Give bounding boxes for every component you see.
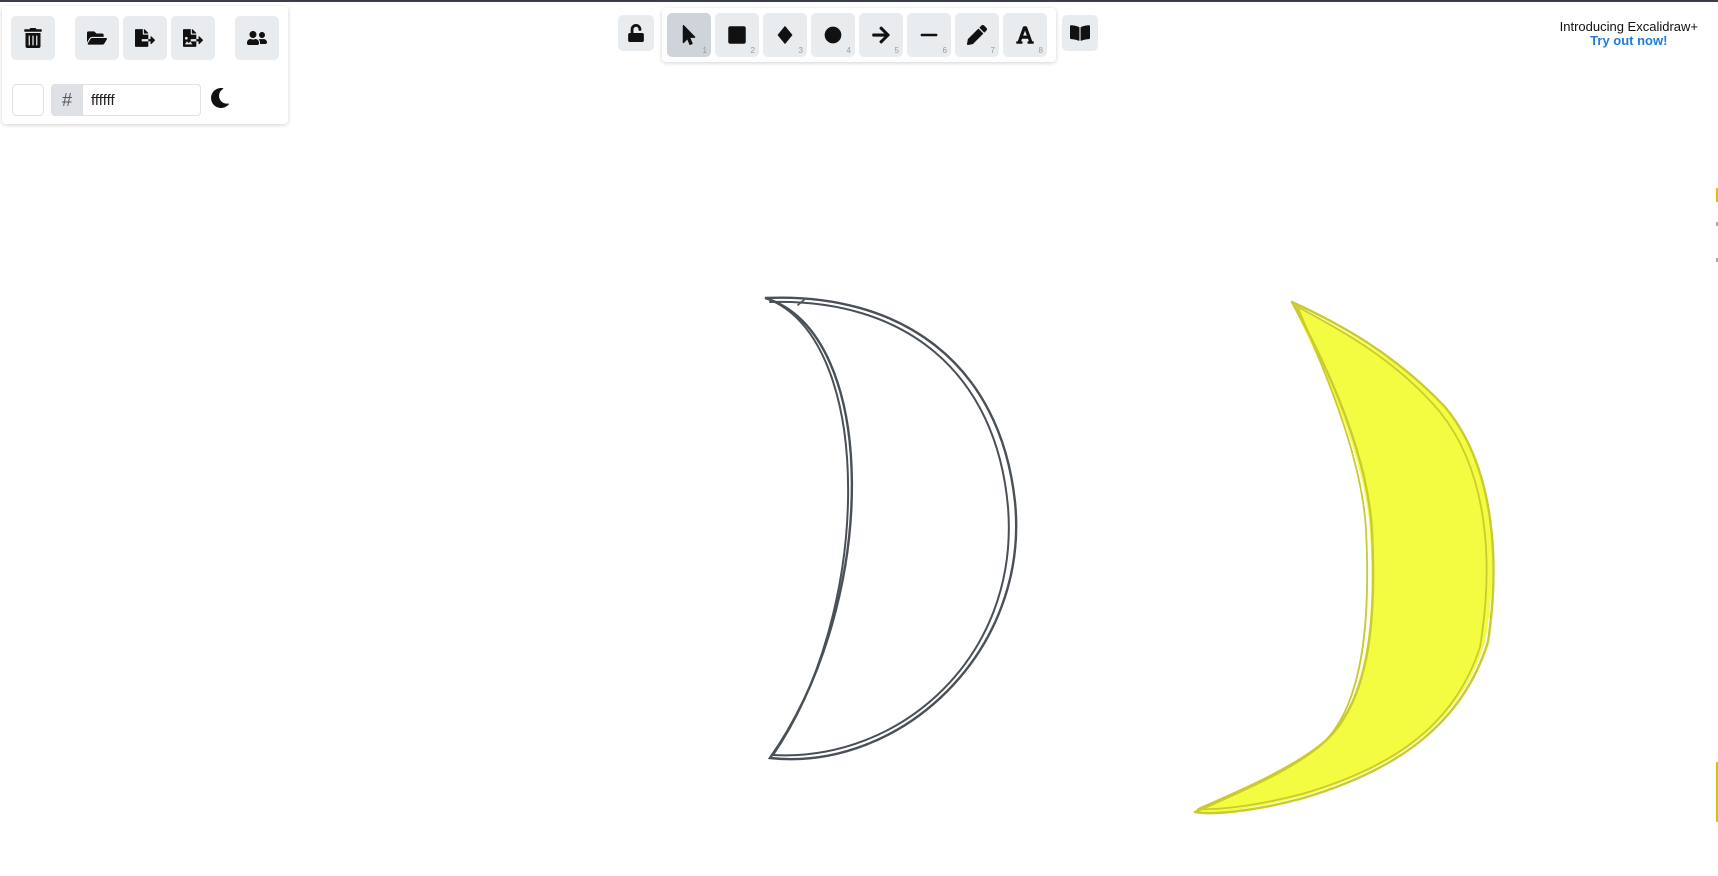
pointer-icon <box>682 25 696 45</box>
diamond-icon <box>777 25 793 45</box>
tool-shortcut: 3 <box>798 46 803 55</box>
tool-shortcut: 2 <box>750 46 755 55</box>
promo-link[interactable]: Try out now! <box>1590 33 1667 48</box>
tool-line[interactable]: 6 <box>907 13 951 57</box>
lock-button[interactable] <box>618 15 654 51</box>
tool-selection[interactable]: 1 <box>667 13 711 57</box>
theme-toggle[interactable] <box>210 87 234 112</box>
circle-icon <box>824 26 842 44</box>
arrow-right-icon <box>872 26 890 44</box>
promo-title: Introducing Excalidraw+ <box>1559 19 1698 34</box>
promo-banner: Introducing Excalidraw+ Try out now! <box>1560 20 1698 48</box>
crescent-yellow[interactable] <box>1193 300 1495 815</box>
load-button[interactable] <box>75 16 119 60</box>
tool-shortcut: 7 <box>990 46 995 55</box>
background-color-swatch[interactable] <box>12 84 44 116</box>
clear-canvas-button[interactable] <box>11 16 55 60</box>
hex-prefix: # <box>51 84 83 116</box>
left-panel: # <box>2 6 288 124</box>
book-open-icon <box>1070 25 1090 41</box>
pencil-icon <box>967 25 987 45</box>
tool-arrow[interactable]: 5 <box>859 13 903 57</box>
collaborate-button[interactable] <box>235 16 279 60</box>
line-icon <box>920 33 938 37</box>
tool-shortcut: 1 <box>702 46 707 55</box>
drawing-canvas[interactable] <box>0 2 1718 876</box>
crescent-outline[interactable] <box>764 296 1018 761</box>
shape-toolbar: 1 2 3 4 5 6 7 8 <box>662 8 1056 62</box>
tool-text[interactable]: 8 <box>1003 13 1047 57</box>
folder-open-icon <box>87 31 107 45</box>
square-icon <box>728 26 746 44</box>
moon-icon <box>211 87 229 108</box>
tool-shortcut: 4 <box>846 46 851 55</box>
tool-shortcut: 5 <box>894 46 899 55</box>
text-icon <box>1016 26 1034 44</box>
background-color-input[interactable] <box>83 84 201 116</box>
unlock-icon <box>628 24 644 42</box>
tool-shortcut: 8 <box>1038 46 1043 55</box>
users-icon <box>247 31 267 45</box>
tool-shortcut: 6 <box>942 46 947 55</box>
trash-icon <box>24 28 42 48</box>
tool-draw[interactable]: 7 <box>955 13 999 57</box>
library-button[interactable] <box>1062 15 1098 51</box>
tool-rectangle[interactable]: 2 <box>715 13 759 57</box>
tool-diamond[interactable]: 3 <box>763 13 807 57</box>
export-image-button[interactable] <box>171 16 215 60</box>
image-export-icon <box>183 29 203 47</box>
save-button[interactable] <box>123 16 167 60</box>
tool-ellipse[interactable]: 4 <box>811 13 855 57</box>
file-export-icon <box>135 29 155 47</box>
